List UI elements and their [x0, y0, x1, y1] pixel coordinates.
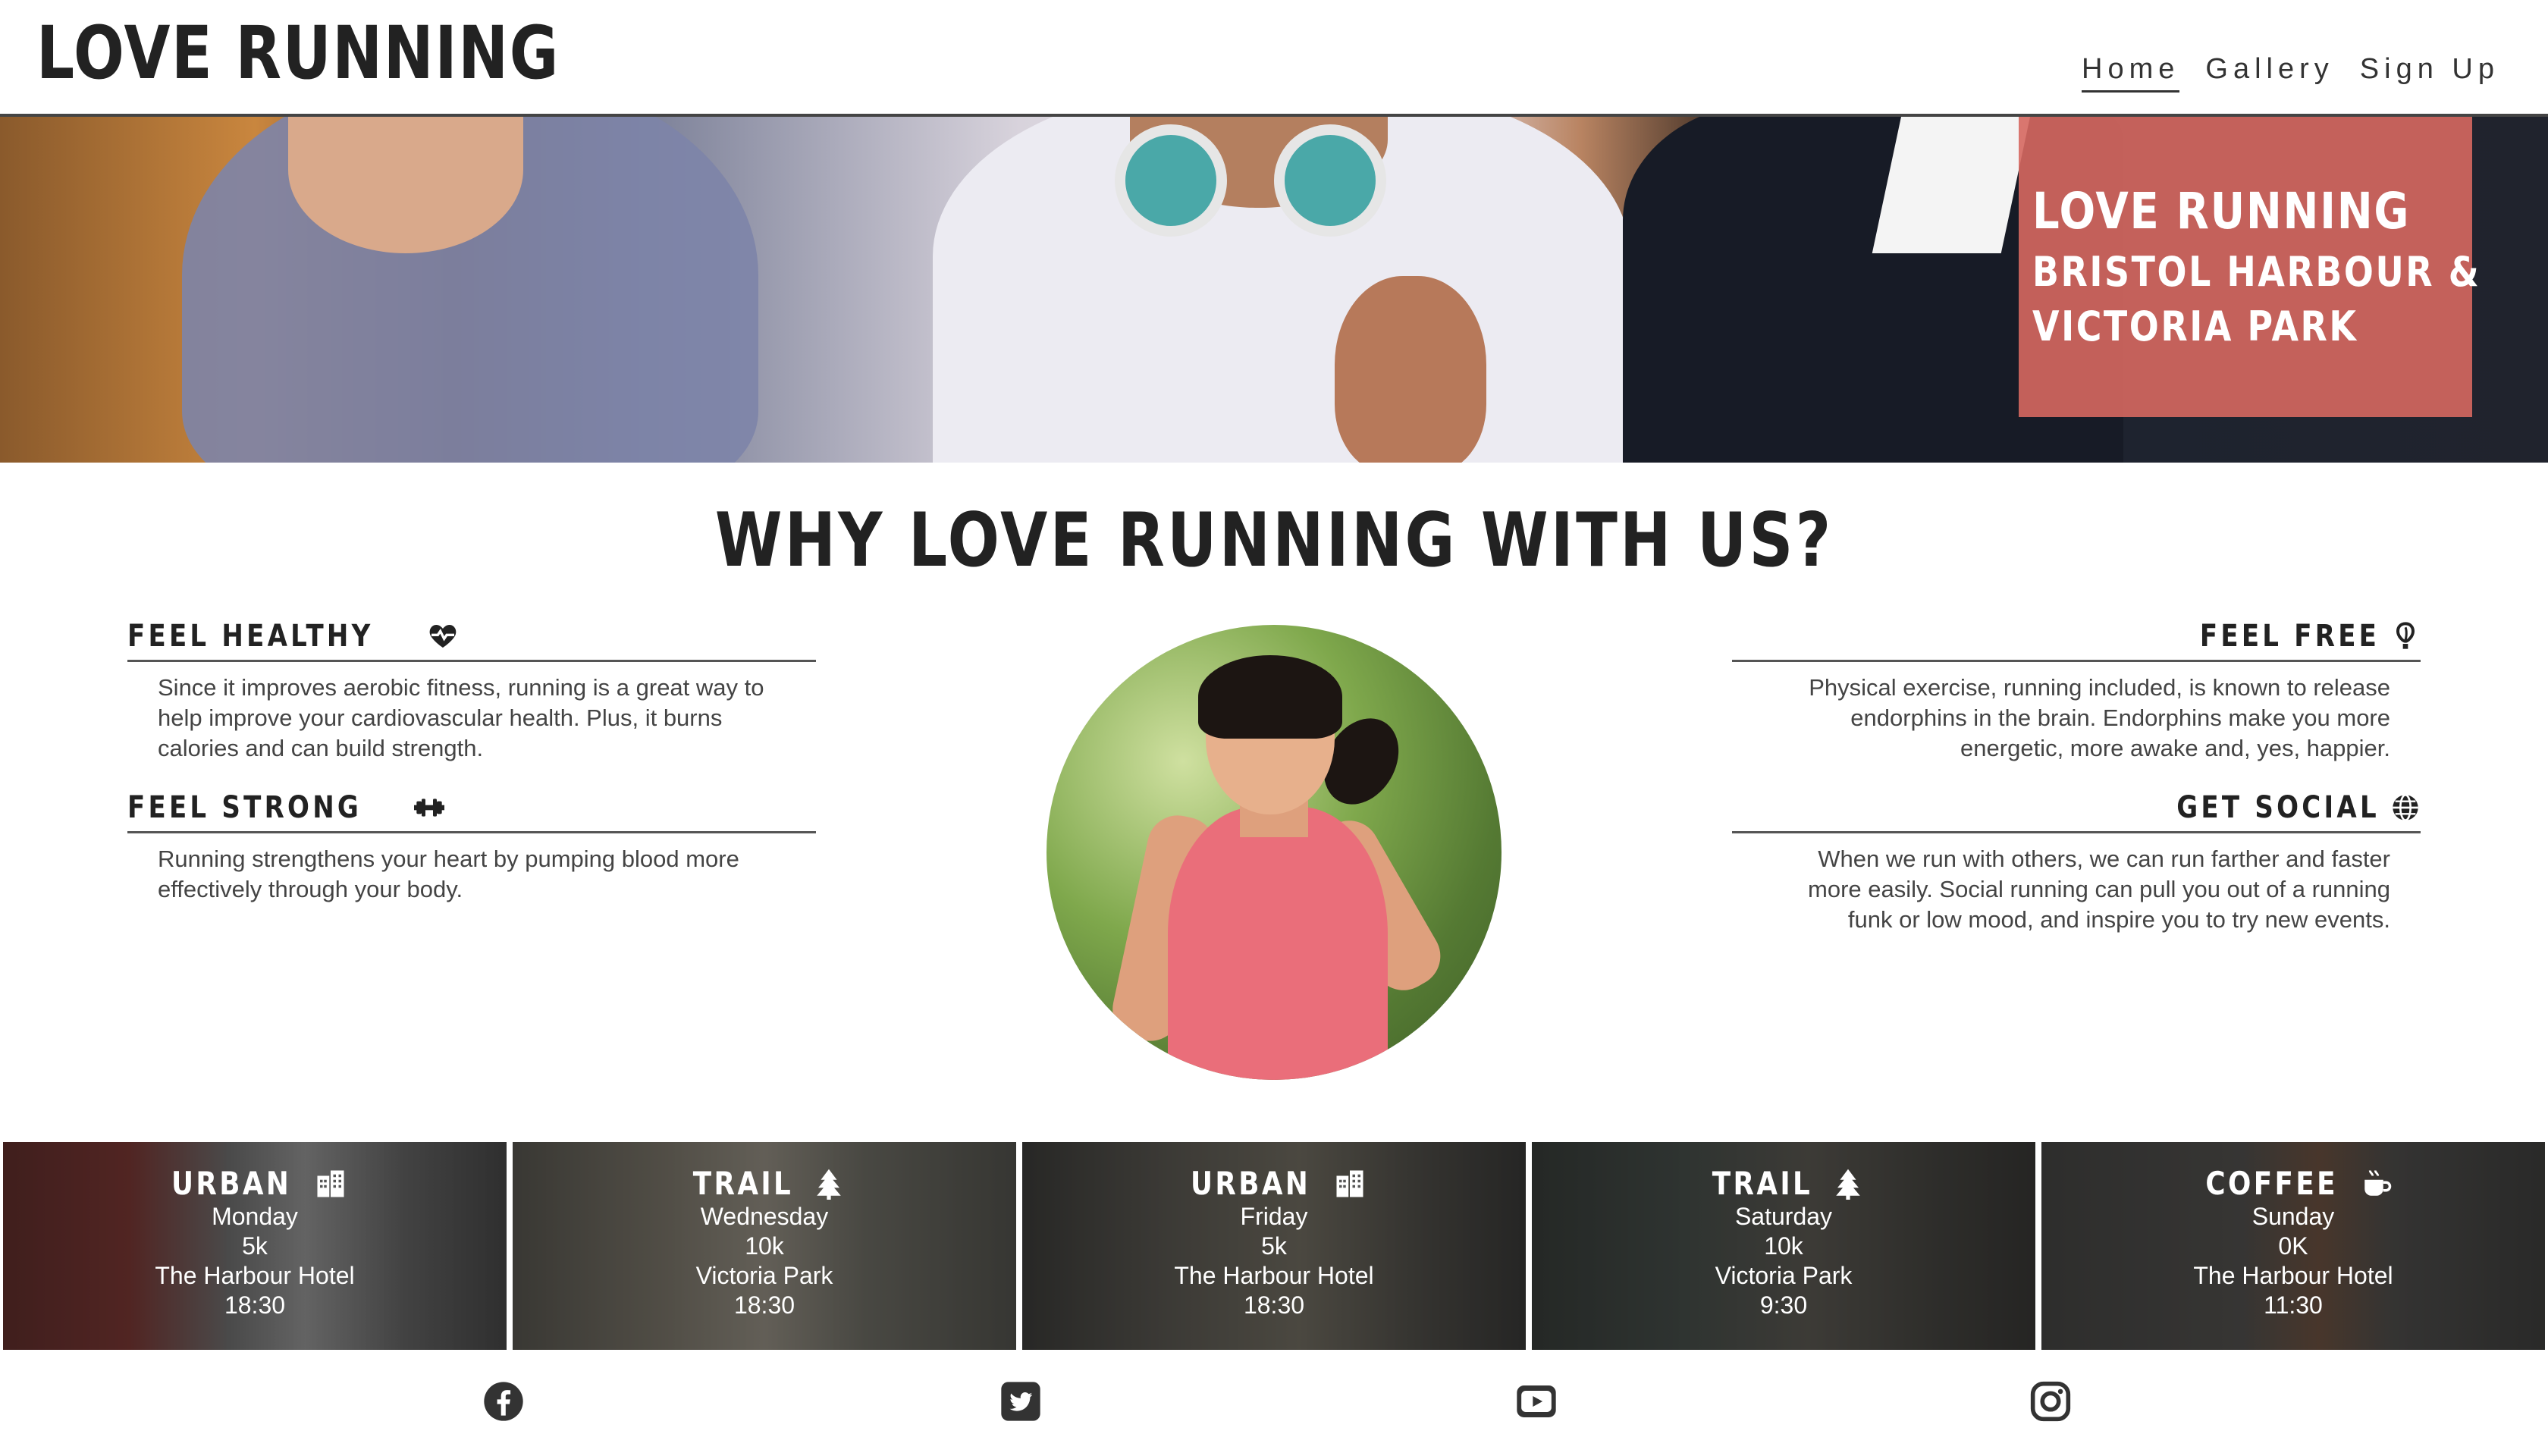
- run-day: Wednesday: [700, 1203, 829, 1230]
- run-distance: 5k: [1261, 1232, 1287, 1260]
- balloon-icon: [2396, 622, 2415, 649]
- facebook-icon[interactable]: [482, 1380, 525, 1423]
- feature-text: Since it improves aerobic fitness, runni…: [158, 674, 764, 761]
- run-time: 18:30: [224, 1291, 286, 1319]
- nav-home[interactable]: Home: [2082, 53, 2180, 93]
- tree-icon: [1836, 1169, 1860, 1200]
- site-header: LOVE RUNNING Home Gallery Sign Up: [0, 0, 2548, 117]
- nav-gallery[interactable]: Gallery: [2205, 53, 2333, 93]
- run-type: COFFEE: [2041, 1165, 2545, 1202]
- run-day: Friday: [1240, 1203, 1308, 1230]
- run-distance: 5k: [242, 1232, 268, 1260]
- run-card[interactable]: URBAN Monday 5k The Harbour Hotel 18:30: [3, 1142, 507, 1350]
- feature-heading: FEEL HEALTHY: [127, 619, 816, 662]
- run-distance: 10k: [1764, 1232, 1803, 1260]
- run-day: Saturday: [1734, 1203, 1833, 1230]
- run-type: TRAIL: [513, 1165, 1016, 1202]
- feature-heading: FEEL STRONG: [127, 790, 816, 833]
- feature-heading: FEEL FREE: [1732, 619, 2421, 662]
- feature-heading: GET SOCIAL: [1732, 790, 2421, 833]
- instagram-icon[interactable]: [2029, 1380, 2072, 1423]
- nav-sign-up[interactable]: Sign Up: [2360, 53, 2499, 93]
- heartbeat-icon: [429, 625, 457, 648]
- run-card[interactable]: TRAIL Wednesday 10k Victoria Park 18:30: [513, 1142, 1016, 1350]
- feature-get-social: GET SOCIAL When we run with others, we c…: [1732, 790, 2421, 935]
- building-icon: [317, 1170, 344, 1197]
- section-title: WHY LOVE RUNNING WITH US?: [714, 497, 1834, 584]
- run-type: TRAIL: [1532, 1165, 2035, 1202]
- hero-title: LOVE RUNNING: [2032, 182, 2411, 240]
- feature-feel-strong: FEEL STRONG Running strengthens your hea…: [127, 790, 816, 905]
- run-card[interactable]: COFFEE Sunday 0K The Harbour Hotel 11:30: [2041, 1142, 2545, 1350]
- feature-text: When we run with others, we can run fart…: [1808, 846, 2390, 933]
- run-location: Victoria Park: [1715, 1262, 1853, 1289]
- feature-text: Physical exercise, running included, is …: [1809, 674, 2390, 761]
- building-icon: [1336, 1170, 1363, 1197]
- run-distance: 10k: [745, 1232, 784, 1260]
- dumbbell-icon: [413, 799, 444, 817]
- site-logo[interactable]: LOVE RUNNING: [36, 11, 560, 96]
- feature-text: Running strengthens your heart by pumpin…: [158, 846, 739, 902]
- run-type: URBAN: [3, 1165, 507, 1202]
- run-location: The Harbour Hotel: [2193, 1262, 2393, 1289]
- coffee-icon: [2364, 1169, 2391, 1196]
- youtube-icon[interactable]: [1515, 1380, 1558, 1423]
- run-card[interactable]: URBAN Friday 5k The Harbour Hotel 18:30: [1022, 1142, 1526, 1350]
- twitter-icon[interactable]: [999, 1380, 1042, 1423]
- run-time: 11:30: [2264, 1291, 2323, 1319]
- feature-feel-healthy: FEEL HEALTHY Since it improves aerobic f…: [127, 619, 816, 764]
- run-distance: 0K: [2278, 1232, 2308, 1260]
- run-time: 18:30: [733, 1291, 795, 1319]
- run-location: The Harbour Hotel: [155, 1262, 355, 1289]
- run-time: 18:30: [1243, 1291, 1305, 1319]
- run-schedule: URBAN Monday 5k The Harbour Hotel 18:30 …: [0, 1142, 2548, 1350]
- globe-icon: [2393, 794, 2418, 821]
- hero-subtitle-line1: BRISTOL HARBOUR &: [2032, 248, 2481, 296]
- feature-feel-free: FEEL FREE Physical exercise, running inc…: [1732, 619, 2421, 764]
- run-type: URBAN: [1022, 1165, 1526, 1202]
- run-location: The Harbour Hotel: [1174, 1262, 1374, 1289]
- run-day: Monday: [212, 1203, 298, 1230]
- runner-portrait: [1046, 625, 1502, 1080]
- tree-icon: [817, 1169, 841, 1200]
- run-time: 9:30: [1759, 1291, 1808, 1319]
- run-card[interactable]: TRAIL Saturday 10k Victoria Park 9:30: [1532, 1142, 2035, 1350]
- hero-subtitle-line2: VICTORIA PARK: [2032, 303, 2358, 350]
- run-day: Sunday: [2251, 1203, 2335, 1230]
- hero-text-box: LOVE RUNNING BRISTOL HARBOUR & VICTORIA …: [2019, 117, 2481, 417]
- main-nav: Home Gallery Sign Up: [2082, 53, 2499, 93]
- run-location: Victoria Park: [695, 1262, 833, 1289]
